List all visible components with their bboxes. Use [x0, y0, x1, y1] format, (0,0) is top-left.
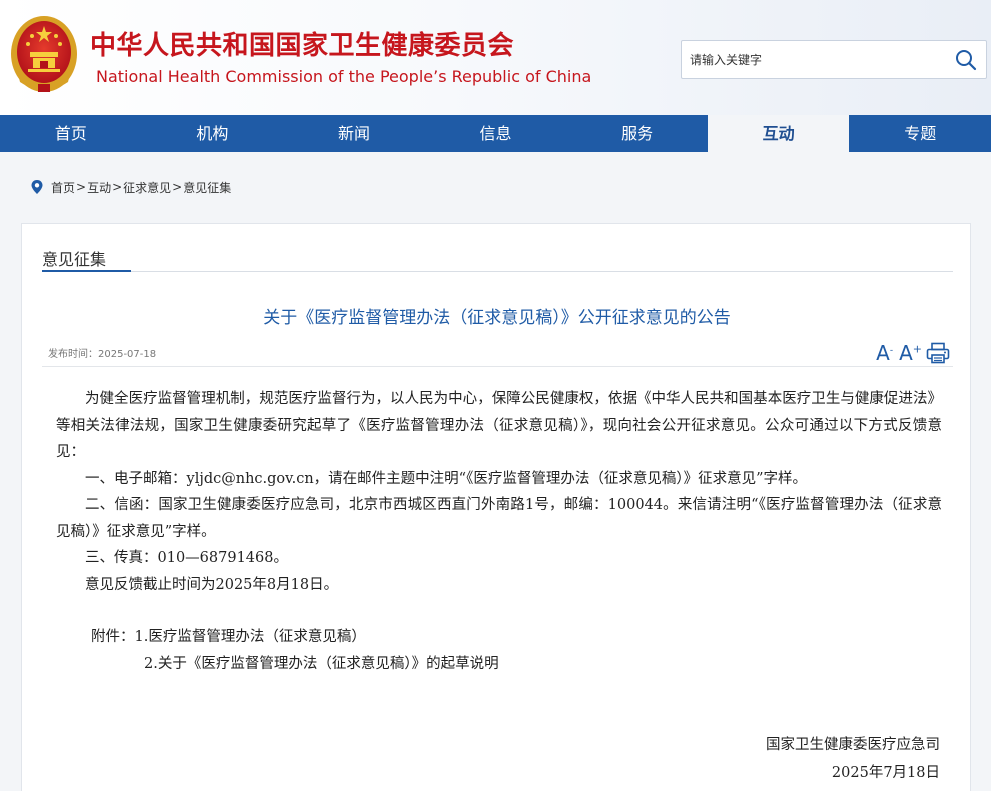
national-emblem-icon[interactable]: [10, 14, 78, 94]
publish-date-value: 2025-07-18: [98, 349, 157, 360]
search-input[interactable]: [682, 41, 942, 78]
article-paragraph: 一、电子邮箱：yljdc@nhc.gov.cn，请在邮件主题中注明“《医疗监督管…: [85, 470, 808, 487]
breadcrumb-interaction[interactable]: 互动: [87, 179, 111, 196]
breadcrumb-opinion-collection[interactable]: 意见征集: [183, 179, 231, 196]
signature-org: 国家卫生健康委医疗应急司: [766, 737, 940, 753]
attachment-link-2[interactable]: 2.关于《医疗监督管理办法（征求意见稿）》的起草说明: [144, 656, 499, 672]
nav-item-home[interactable]: 首页: [0, 115, 142, 152]
nav-item-services[interactable]: 服务: [566, 115, 708, 152]
main-nav: 首页 机构 新闻 信息 服务 互动 专题: [0, 115, 991, 152]
article-paragraph: 意见反馈截止时间为2025年8月18日。: [85, 576, 339, 593]
font-increase-label: A: [899, 341, 913, 365]
site-title-cn[interactable]: 中华人民共和国国家卫生健康委员会: [90, 25, 514, 62]
nav-item-information[interactable]: 信息: [425, 115, 567, 152]
nav-item-topics[interactable]: 专题: [849, 115, 991, 152]
font-increase-button[interactable]: A+: [899, 341, 922, 365]
section-divider: [42, 271, 953, 272]
content-panel: 意见征集 关于《医疗监督管理办法（征求意见稿）》公开征求意见的公告 发布时间：2…: [21, 223, 971, 791]
nav-item-organization[interactable]: 机构: [142, 115, 284, 152]
breadcrumb: 首页 > 互动 > 征求意见 > 意见征集: [30, 178, 231, 196]
site-title-en[interactable]: National Health Commission of the People…: [96, 67, 591, 86]
article-paragraph: 二、信函：国家卫生健康委医疗应急司，北京市西城区西直门外南路1号，邮编：1000…: [56, 497, 942, 540]
location-pin-icon: [31, 180, 43, 194]
nav-item-news[interactable]: 新闻: [283, 115, 425, 152]
tools-divider: [42, 366, 953, 367]
search-box: [681, 40, 987, 79]
attachment-line-2: 2.关于《医疗监督管理办法（征求意见稿）》的起草说明: [56, 651, 942, 678]
search-icon[interactable]: [954, 48, 978, 72]
publish-date-label: 发布时间：: [48, 349, 98, 360]
breadcrumb-solicit-opinions[interactable]: 征求意见: [123, 179, 171, 196]
font-decrease-button[interactable]: A-: [876, 341, 893, 365]
signature-block: 国家卫生健康委医疗应急司 2025年7月18日: [766, 731, 940, 787]
printer-icon[interactable]: [926, 342, 950, 364]
breadcrumb-home[interactable]: 首页: [51, 179, 75, 196]
article-paragraph: 为健全医疗监督管理机制，规范医疗监督行为，以人民为中心，保障公民健康权，依据《中…: [56, 391, 942, 460]
section-title: 意见征集: [42, 250, 107, 269]
article-paragraph: 三、传真：010—68791468。: [85, 550, 288, 566]
section-title-underline: [42, 270, 131, 272]
attachment-line-1: 附件：1.医疗监督管理办法（征求意见稿）: [56, 624, 942, 651]
attachment-link-1[interactable]: 1.医疗监督管理办法（征求意见稿）: [135, 629, 366, 645]
attachments-label: 附件：: [91, 629, 135, 645]
nav-item-interaction[interactable]: 互动: [707, 115, 850, 152]
publish-date: 发布时间：2025-07-18: [48, 345, 156, 360]
site-header: 中华人民共和国国家卫生健康委员会 National Health Commiss…: [0, 0, 991, 115]
page-root: 中华人民共和国国家卫生健康委员会 National Health Commiss…: [0, 0, 991, 791]
signature-date: 2025年7月18日: [831, 765, 940, 781]
breadcrumb-separator: >: [172, 180, 183, 194]
article-tools: A- A+: [872, 341, 950, 365]
article-title: 关于《医疗监督管理办法（征求意见稿）》公开征求意见的公告: [263, 308, 731, 328]
article-body: 为健全医疗监督管理机制，规范医疗监督行为，以人民为中心，保障公民健康权，依据《中…: [56, 386, 942, 677]
breadcrumb-separator: >: [112, 180, 123, 194]
breadcrumb-separator: >: [76, 180, 87, 194]
font-decrease-label: A: [876, 341, 890, 365]
